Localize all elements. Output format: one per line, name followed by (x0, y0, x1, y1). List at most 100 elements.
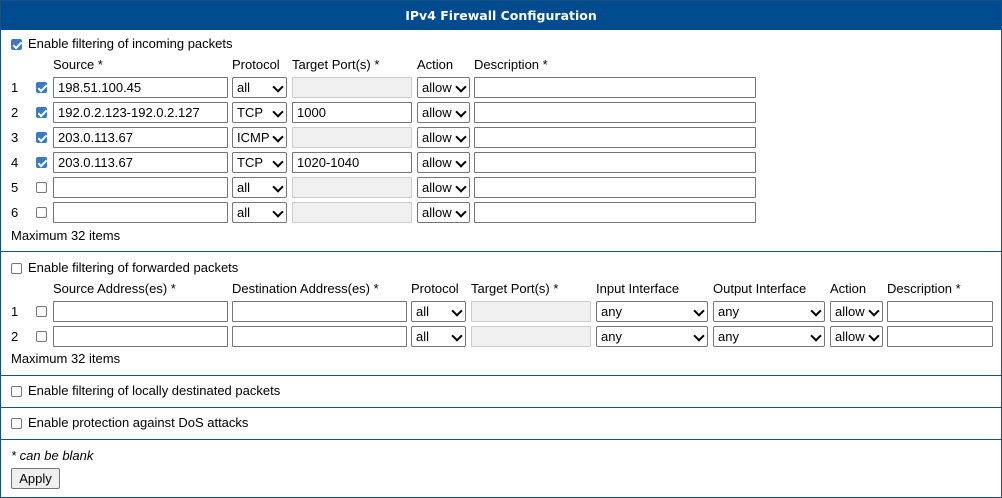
row-number: 1 (11, 304, 19, 319)
row-enable-checkbox[interactable] (36, 107, 47, 118)
action-select[interactable]: allow (417, 77, 470, 98)
description-input[interactable] (887, 326, 993, 347)
forwarded-header-source: Source Address(es) * (53, 281, 176, 296)
local-section: Enable filtering of locally destinated p… (1, 376, 1001, 408)
chevron-down-icon (693, 305, 705, 317)
row-number: 5 (11, 180, 19, 195)
incoming-header-target: Target Port(s) * (292, 57, 380, 72)
protocol-select[interactable]: ICMP (232, 127, 287, 148)
protocol-select[interactable]: TCP (232, 102, 287, 123)
local-enable-label: Enable filtering of locally destinated p… (28, 383, 281, 398)
source-input[interactable]: 203.0.113.67 (53, 127, 228, 148)
action-select[interactable]: allow (830, 326, 883, 347)
protocol-select-value: all (416, 329, 430, 344)
protocol-select[interactable]: all (411, 301, 466, 322)
protocol-select[interactable]: all (411, 326, 466, 347)
source-address-input[interactable] (53, 301, 228, 322)
description-input[interactable] (887, 301, 993, 322)
chevron-down-icon (272, 131, 284, 143)
protocol-select-value: ICMP (237, 130, 270, 145)
target-port-input[interactable]: 1020-1040 (292, 152, 412, 173)
forwarded-header-target: Target Port(s) * (471, 281, 559, 296)
row-enable-checkbox[interactable] (36, 157, 47, 168)
action-select[interactable]: allow (417, 202, 470, 223)
forwarded-enable-checkbox[interactable] (11, 263, 22, 274)
source-input[interactable]: 198.51.100.45 (53, 77, 228, 98)
incoming-header-protocol: Protocol (232, 57, 280, 72)
source-address-input[interactable] (53, 326, 228, 347)
action-select[interactable]: allow (417, 102, 470, 123)
row-number: 2 (11, 105, 19, 120)
row-enable-checkbox[interactable] (36, 132, 47, 143)
output-interface-select[interactable]: any (713, 326, 825, 347)
incoming-header-description: Description * (474, 57, 548, 72)
incoming-header-source: Source * (53, 57, 103, 72)
action-select-value: allow (422, 130, 452, 145)
protocol-select[interactable]: all (232, 202, 287, 223)
description-input[interactable] (474, 177, 756, 198)
forwarded-max-note: Maximum 32 items (11, 351, 121, 366)
chevron-down-icon (455, 156, 467, 168)
source-input[interactable]: 192.0.2.123-192.0.2.127 (53, 102, 228, 123)
source-input[interactable] (53, 177, 228, 198)
target-port-input (471, 326, 591, 347)
chevron-down-icon (451, 305, 463, 317)
row-enable-checkbox[interactable] (36, 306, 47, 317)
source-input[interactable]: 203.0.113.67 (53, 152, 228, 173)
input-interface-select-value: any (601, 304, 622, 319)
chevron-down-icon (272, 206, 284, 218)
chevron-down-icon (455, 181, 467, 193)
chevron-down-icon (810, 330, 822, 342)
row-number: 4 (11, 155, 19, 170)
incoming-section: Enable filtering of incoming packets Sou… (1, 31, 1001, 252)
description-input[interactable] (474, 152, 756, 173)
action-select[interactable]: allow (417, 177, 470, 198)
action-select[interactable]: allow (417, 127, 470, 148)
source-input[interactable] (53, 202, 228, 223)
action-select-value: allow (422, 205, 452, 220)
protocol-select-value: all (416, 304, 430, 319)
local-enable-checkbox[interactable] (11, 386, 22, 397)
row-enable-checkbox[interactable] (36, 207, 47, 218)
row-number: 1 (11, 80, 19, 95)
protocol-select[interactable]: all (232, 77, 287, 98)
description-input[interactable] (474, 102, 756, 123)
target-port-input (292, 77, 412, 98)
protocol-select[interactable]: all (232, 177, 287, 198)
output-interface-select-value: any (718, 304, 739, 319)
dos-enable-checkbox[interactable] (11, 418, 22, 429)
protocol-select-value: all (237, 80, 251, 95)
incoming-enable-label: Enable filtering of incoming packets (28, 36, 233, 51)
destination-address-input[interactable] (232, 326, 407, 347)
chevron-down-icon (810, 305, 822, 317)
chevron-down-icon (455, 106, 467, 118)
output-interface-select[interactable]: any (713, 301, 825, 322)
forwarded-header-output: Output Interface (713, 281, 807, 296)
destination-address-input[interactable] (232, 301, 407, 322)
protocol-select-value: all (237, 180, 251, 195)
dos-enable-label: Enable protection against DoS attacks (28, 415, 249, 430)
chevron-down-icon (272, 106, 284, 118)
chevron-down-icon (272, 181, 284, 193)
description-input[interactable] (474, 127, 756, 148)
row-enable-checkbox[interactable] (36, 182, 47, 193)
apply-button[interactable]: Apply (11, 468, 60, 489)
forwarded-enable-label: Enable filtering of forwarded packets (28, 260, 239, 275)
incoming-enable-checkbox[interactable] (11, 39, 22, 50)
row-enable-checkbox[interactable] (36, 82, 47, 93)
input-interface-select[interactable]: any (596, 301, 708, 322)
input-interface-select[interactable]: any (596, 326, 708, 347)
chevron-down-icon (451, 330, 463, 342)
target-port-input[interactable]: 1000 (292, 102, 412, 123)
dos-section: Enable protection against DoS attacks (1, 408, 1001, 440)
description-input[interactable] (474, 202, 756, 223)
row-enable-checkbox[interactable] (36, 331, 47, 342)
blank-note: * can be blank (11, 448, 94, 463)
action-select[interactable]: allow (417, 152, 470, 173)
target-port-input (292, 127, 412, 148)
protocol-select[interactable]: TCP (232, 152, 287, 173)
action-select[interactable]: allow (830, 301, 883, 322)
input-interface-select-value: any (601, 329, 622, 344)
description-input[interactable] (474, 77, 756, 98)
output-interface-select-value: any (718, 329, 739, 344)
